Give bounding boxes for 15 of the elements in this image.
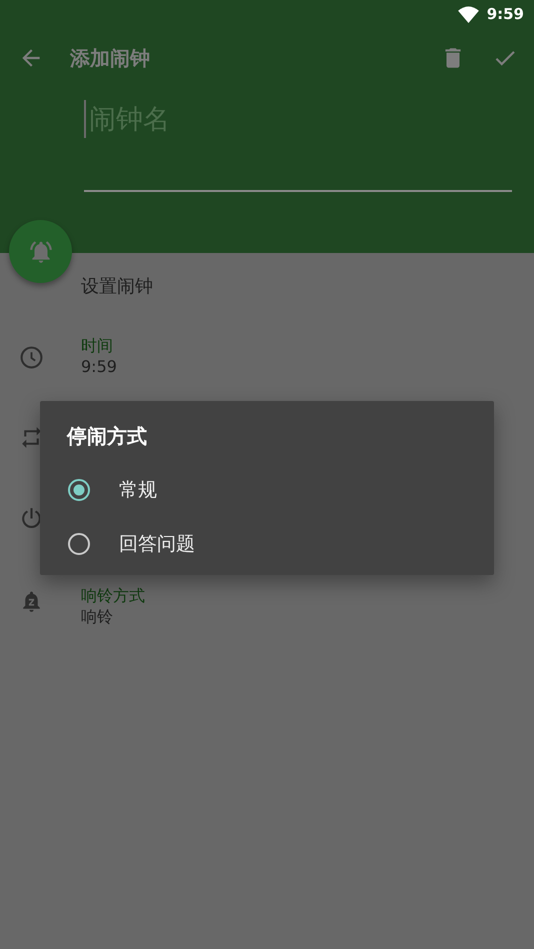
bell-icon bbox=[28, 238, 54, 264]
radio-option[interactable]: 回答问题 bbox=[67, 517, 467, 571]
setting-label: 响铃方式 bbox=[81, 586, 145, 606]
status-time: 9:59 bbox=[486, 4, 524, 25]
toolbar-title: 添加闹钟 bbox=[70, 45, 151, 72]
setting-value: 响铃 bbox=[81, 606, 114, 628]
wifi-icon bbox=[458, 6, 479, 22]
section-title: 设置闹钟 bbox=[80, 275, 154, 299]
dialog-title: 停闹方式 bbox=[67, 423, 148, 450]
setting-value: 9:59 bbox=[81, 356, 117, 378]
alarm-button[interactable] bbox=[9, 220, 72, 283]
radio-option[interactable]: 常规 bbox=[67, 463, 467, 517]
setting-label: 时间 bbox=[81, 336, 114, 356]
text-cursor bbox=[84, 100, 86, 138]
clock-icon bbox=[19, 344, 44, 370]
